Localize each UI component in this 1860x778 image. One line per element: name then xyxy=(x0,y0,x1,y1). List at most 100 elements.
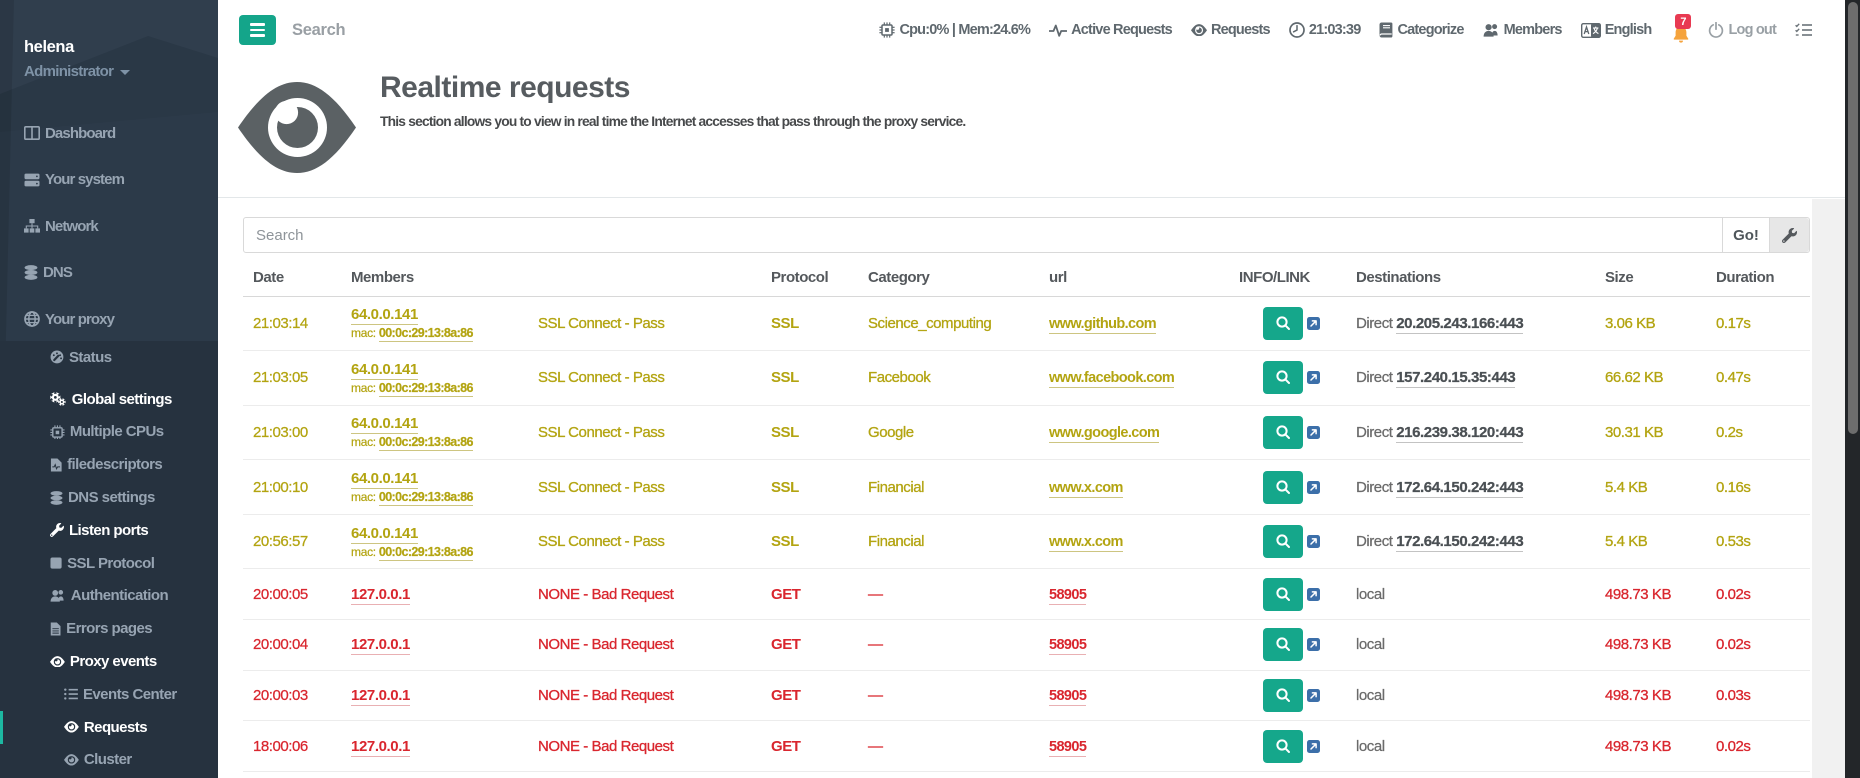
url-link[interactable]: www.x.com xyxy=(1049,534,1123,552)
info-search-button[interactable] xyxy=(1263,307,1303,340)
destination-link[interactable]: 20.205.243.166:443 xyxy=(1396,315,1523,334)
sidebar-item-multiple-cpus[interactable]: Multiple CPUs xyxy=(0,416,218,449)
destination-link[interactable]: 157.240.15.35:443 xyxy=(1396,369,1515,388)
member-ip-link[interactable]: 64.0.0.141 xyxy=(351,470,418,489)
table-search-input[interactable] xyxy=(244,218,1722,252)
info-search-button[interactable] xyxy=(1263,730,1303,763)
info-search-button[interactable] xyxy=(1263,416,1303,449)
url-link[interactable]: www.github.com xyxy=(1049,316,1156,334)
cell-members: 64.0.0.141mac: 00:0c:29:13:8a:86 xyxy=(341,296,528,351)
tasks-icon xyxy=(1795,23,1812,37)
external-link-button[interactable] xyxy=(1307,689,1320,702)
notifications-bell[interactable]: 7 xyxy=(1673,26,1689,43)
member-mac-link[interactable]: 00:0c:29:13:8a:86 xyxy=(379,545,473,561)
cell-protocol: GET xyxy=(761,670,858,721)
chip-icon xyxy=(879,22,895,38)
member-ip-link[interactable]: 127.0.0.1 xyxy=(351,636,410,655)
url-link[interactable]: 58905 xyxy=(1049,688,1086,706)
url-link[interactable]: 58905 xyxy=(1049,637,1086,655)
member-mac-link[interactable]: 00:0c:29:13:8a:86 xyxy=(379,490,473,506)
destination-link[interactable]: 172.64.150.242:443 xyxy=(1396,479,1523,498)
sidebar-item-dns[interactable]: DNS xyxy=(0,250,218,297)
sidebar-item-events-center[interactable]: Events Center xyxy=(0,678,218,711)
url-link[interactable]: www.facebook.com xyxy=(1049,370,1174,388)
logout-button[interactable]: Log out xyxy=(1708,22,1776,38)
external-link-icon xyxy=(1307,426,1320,439)
member-ip-link[interactable]: 127.0.0.1 xyxy=(351,586,410,605)
user-role[interactable]: Administrator xyxy=(24,63,130,80)
external-link-button[interactable] xyxy=(1307,740,1320,753)
col-header-size: Size xyxy=(1595,260,1706,296)
go-button[interactable]: Go! xyxy=(1722,218,1769,252)
sidebar-item-dns-settings[interactable]: DNS settings xyxy=(0,481,218,514)
external-link-button[interactable] xyxy=(1307,588,1320,601)
sidebar-item-global-settings[interactable]: Global settings xyxy=(0,383,218,416)
eye-icon xyxy=(1191,24,1207,37)
url-link[interactable]: www.x.com xyxy=(1049,480,1123,498)
menu-toggle-button[interactable] xyxy=(239,15,276,45)
page-title: Realtime requests xyxy=(380,71,630,105)
destination-link[interactable]: 172.64.150.242:443 xyxy=(1396,533,1523,552)
topbar-search-input[interactable] xyxy=(292,15,612,45)
sidebar-item-authentication[interactable]: Authentication xyxy=(0,580,218,613)
topbar-item-requests[interactable]: Requests xyxy=(1191,22,1270,38)
member-mac-link[interactable]: 00:0c:29:13:8a:86 xyxy=(379,381,473,397)
external-link-button[interactable] xyxy=(1307,426,1320,439)
url-link[interactable]: www.google.com xyxy=(1049,425,1159,443)
sidebar-item-network[interactable]: Network xyxy=(0,203,218,250)
sidebar-item-cluster[interactable]: Cluster xyxy=(0,744,218,777)
topbar-item-language[interactable]: English xyxy=(1581,22,1652,38)
sidebar-item-status[interactable]: Status xyxy=(0,341,218,374)
info-search-button[interactable] xyxy=(1263,361,1303,394)
external-link-button[interactable] xyxy=(1307,481,1320,494)
scrollbar-thumb[interactable] xyxy=(1848,2,1858,434)
topbar-item-label: Members xyxy=(1504,22,1562,38)
sidebar-item-ssl-protocol[interactable]: SSL Protocol xyxy=(0,547,218,580)
url-link[interactable]: 58905 xyxy=(1049,587,1086,605)
member-ip-link[interactable]: 127.0.0.1 xyxy=(351,687,410,706)
external-link-button[interactable] xyxy=(1307,371,1320,384)
scrollbar-track[interactable] xyxy=(1845,0,1860,778)
member-ip-link[interactable]: 127.0.0.1 xyxy=(351,738,410,757)
topbar-item-categorize[interactable]: Categorize xyxy=(1379,22,1463,38)
destination-link[interactable]: 216.239.38.120:443 xyxy=(1396,424,1523,443)
cell-duration: 0.03s xyxy=(1706,670,1810,721)
member-mac-link[interactable]: 00:0c:29:13:8a:86 xyxy=(379,326,473,342)
info-search-button[interactable] xyxy=(1263,525,1303,558)
external-link-button[interactable] xyxy=(1307,317,1320,330)
external-link-icon xyxy=(1307,481,1320,494)
external-link-button[interactable] xyxy=(1307,535,1320,548)
sidebar-item-dashboard[interactable]: Dashboard xyxy=(0,110,218,157)
cell-size: 498.73 KB xyxy=(1595,569,1706,620)
sidebar-item-requests[interactable]: Requests xyxy=(0,711,218,744)
info-search-button[interactable] xyxy=(1263,679,1303,712)
member-mac: mac: 00:0c:29:13:8a:86 xyxy=(351,435,528,449)
info-search-button[interactable] xyxy=(1263,578,1303,611)
member-ip-link[interactable]: 64.0.0.141 xyxy=(351,361,418,380)
cell-duration: 0.16s xyxy=(1706,460,1810,515)
sidebar-item-your-system[interactable]: Your system xyxy=(0,157,218,204)
cell-category: Financial xyxy=(858,460,1039,515)
info-search-button[interactable] xyxy=(1263,471,1303,504)
sidebar-item-your-proxy[interactable]: Your proxy xyxy=(0,296,218,343)
sidebar-item-listen-ports[interactable]: Listen ports xyxy=(0,514,218,547)
member-ip-link[interactable]: 64.0.0.141 xyxy=(351,306,418,325)
tasks-button[interactable] xyxy=(1795,23,1812,37)
member-ip-link[interactable]: 64.0.0.141 xyxy=(351,415,418,434)
external-link-button[interactable] xyxy=(1307,638,1320,651)
info-search-button[interactable] xyxy=(1263,628,1303,661)
url-link[interactable]: 58905 xyxy=(1049,739,1086,757)
topbar-item-cpu-mem[interactable]: Cpu:0% | Mem:24.6% xyxy=(879,22,1030,38)
sidebar-item-label: Your proxy xyxy=(45,311,114,328)
cell-members: 127.0.0.1 xyxy=(341,721,528,772)
member-ip-link[interactable]: 64.0.0.141 xyxy=(351,525,418,544)
cell-category: — xyxy=(858,670,1039,721)
settings-button[interactable] xyxy=(1769,218,1809,252)
member-mac-link[interactable]: 00:0c:29:13:8a:86 xyxy=(379,435,473,451)
topbar-item-members[interactable]: Members xyxy=(1483,22,1562,38)
sidebar-item-filedescriptors[interactable]: filedescriptors xyxy=(0,448,218,481)
sidebar-item-errors-pages[interactable]: Errors pages xyxy=(0,612,218,645)
topbar-item-clock[interactable]: 21:03:39 xyxy=(1289,22,1361,38)
topbar-item-active-requests[interactable]: Active Requests xyxy=(1049,22,1172,38)
sidebar-item-proxy-events[interactable]: Proxy events xyxy=(0,645,218,678)
